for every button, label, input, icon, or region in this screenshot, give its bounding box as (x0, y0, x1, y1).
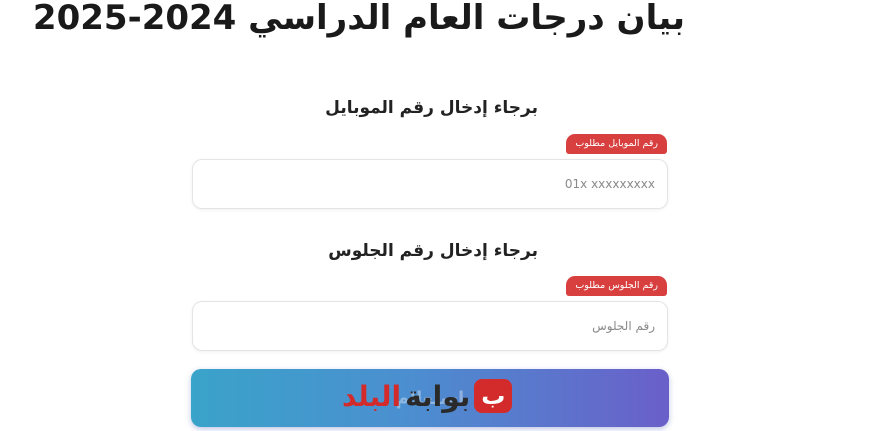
watermark-text-part2: البلد (342, 379, 402, 413)
mobile-input-container[interactable] (192, 159, 668, 209)
site-watermark: ب بوابة البلد (342, 374, 513, 418)
mobile-field-label: برجاء إدخال رقم الموبايل (325, 98, 538, 118)
brand-logo-icon: ب (474, 379, 513, 413)
watermark-text-part1: بوابة (405, 379, 471, 413)
mobile-input[interactable] (193, 160, 667, 208)
seat-number-error-badge: رقم الجلوس مطلوب (566, 276, 667, 296)
page-title: بيان درجات العام الدراسي 2024-2025 (32, 0, 685, 38)
seat-number-input-container[interactable] (192, 301, 668, 351)
seat-number-input[interactable] (193, 302, 667, 350)
seat-number-field-label: برجاء إدخال رقم الجلوس (328, 241, 538, 261)
page: بيان درجات العام الدراسي 2024-2025 برجاء… (0, 0, 870, 431)
mobile-error-badge: رقم الموبايل مطلوب (566, 134, 667, 154)
